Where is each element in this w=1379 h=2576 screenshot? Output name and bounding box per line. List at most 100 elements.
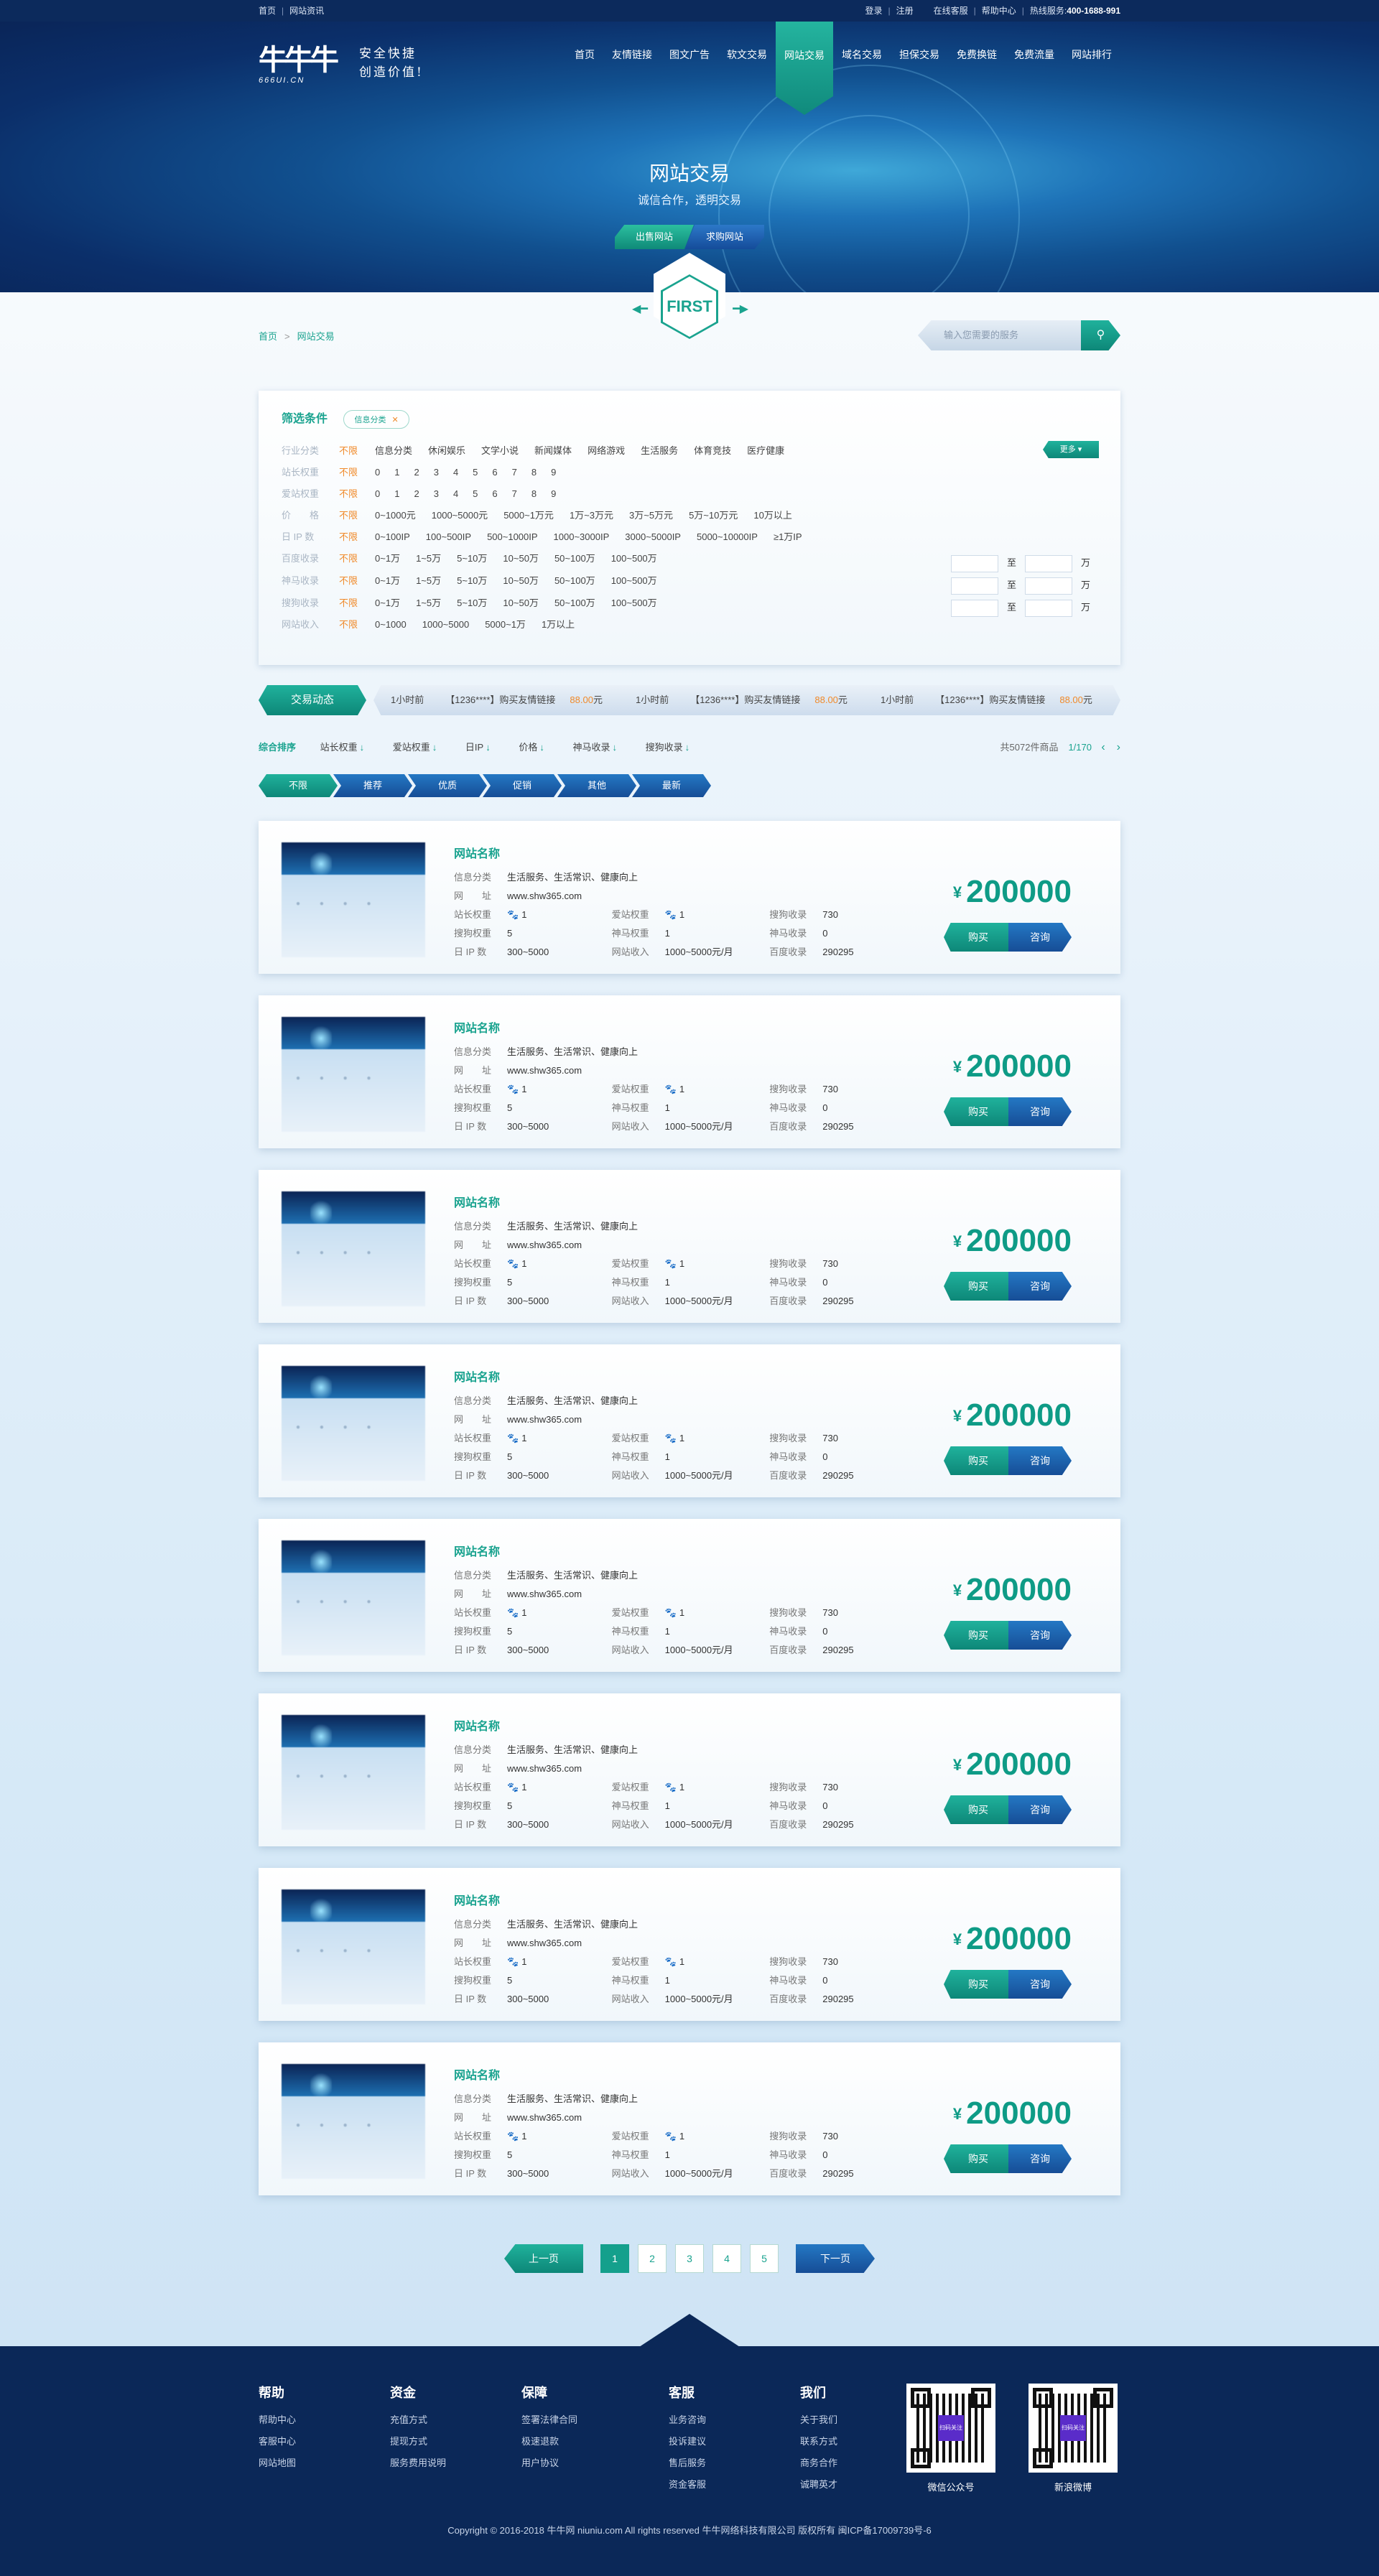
buy-button[interactable]: 购买 xyxy=(944,2144,1013,2173)
filter-option[interactable]: 100~500万 xyxy=(611,552,657,566)
range-max-input[interactable] xyxy=(1024,554,1072,572)
sort-webmaster-weight[interactable]: 站长权重 ↓ xyxy=(320,740,365,755)
sort-aizhan-weight[interactable]: 爱站权重 ↓ xyxy=(393,740,437,755)
filter-option-all[interactable]: 不限 xyxy=(339,574,375,588)
filter-option[interactable]: 体育竞技 xyxy=(694,444,731,458)
listing-card[interactable]: ● ● ● ● 网站名称 信息分类 生活服务、生活常识、健康向上 网 址 www.s… xyxy=(259,1693,1120,1846)
filter-option[interactable]: 文学小说 xyxy=(481,444,519,458)
consult-button[interactable]: 咨询 xyxy=(1008,923,1072,952)
filter-option[interactable]: 10~50万 xyxy=(503,574,539,588)
footer-link[interactable]: 关于我们 xyxy=(800,2409,837,2431)
sort-sogou[interactable]: 搜狗收录 ↓ xyxy=(646,740,690,755)
site-thumbnail[interactable]: ● ● ● ● xyxy=(282,1191,425,1306)
consult-button[interactable]: 咨询 xyxy=(1008,1097,1072,1126)
next-page-button[interactable]: 下一页 xyxy=(796,2244,875,2273)
filter-option[interactable]: 1000~5000元 xyxy=(432,508,488,523)
filter-option[interactable]: 5万~10万元 xyxy=(689,508,738,523)
filter-option[interactable]: 9 xyxy=(551,487,556,501)
filter-option[interactable]: 3000~5000IP xyxy=(625,530,681,544)
breadcrumb-home[interactable]: 首页 xyxy=(259,331,277,342)
category-tab[interactable]: 促销 xyxy=(483,774,562,797)
filter-option[interactable]: ≥1万IP xyxy=(774,530,802,544)
listing-card[interactable]: ● ● ● ● 网站名称 信息分类 生活服务、生活常识、健康向上 网 址 www.s… xyxy=(259,1519,1120,1672)
filter-option[interactable]: 1000~5000 xyxy=(422,618,469,632)
filter-option[interactable]: 0 xyxy=(375,487,380,501)
filter-option[interactable]: 1 xyxy=(394,487,399,501)
filter-option[interactable]: 10万以上 xyxy=(753,508,791,523)
category-tab[interactable]: 推荐 xyxy=(333,774,412,797)
footer-link[interactable]: 帮助中心 xyxy=(259,2409,296,2431)
footer-link[interactable]: 客服中心 xyxy=(259,2431,296,2452)
buy-button[interactable]: 购买 xyxy=(944,923,1013,952)
site-name[interactable]: 网站名称 xyxy=(454,1542,500,1559)
selected-filter-tag[interactable]: 信息分类 ✕ xyxy=(343,409,409,429)
next-page-icon[interactable]: › xyxy=(1117,741,1120,753)
buy-button[interactable]: 购买 xyxy=(944,1446,1013,1475)
filter-option[interactable]: 5~10万 xyxy=(457,596,487,610)
category-tab[interactable]: 其他 xyxy=(557,774,636,797)
search-input[interactable]: 输入您需要的服务 xyxy=(918,320,1085,350)
filter-option-all[interactable]: 不限 xyxy=(339,444,375,458)
filter-option[interactable]: 8 xyxy=(531,487,537,501)
site-name[interactable]: 网站名称 xyxy=(454,1367,500,1385)
range-min-input[interactable] xyxy=(950,577,998,595)
sort-shenma[interactable]: 神马收录 ↓ xyxy=(572,740,617,755)
consult-button[interactable]: 咨询 xyxy=(1008,1795,1072,1824)
prev-page-button[interactable]: 上一页 xyxy=(504,2244,583,2273)
site-name[interactable]: 网站名称 xyxy=(454,1193,500,1210)
site-thumbnail[interactable]: ● ● ● ● xyxy=(282,842,425,957)
filter-option[interactable]: 1~5万 xyxy=(416,574,441,588)
listing-card[interactable]: ● ● ● ● 网站名称 信息分类 生活服务、生活常识、健康向上 网 址 www.s… xyxy=(259,1170,1120,1323)
qr-code[interactable]: 扫码关注 xyxy=(906,2384,995,2473)
prev-page-icon[interactable]: ‹ xyxy=(1101,741,1105,753)
buy-button[interactable]: 购买 xyxy=(944,1272,1013,1301)
consult-button[interactable]: 咨询 xyxy=(1008,1446,1072,1475)
sort-daily-ip[interactable]: 日IP ↓ xyxy=(465,740,491,755)
buy-button[interactable]: 购买 xyxy=(944,1621,1013,1650)
page-number-button[interactable]: 1 xyxy=(600,2244,629,2273)
footer-link[interactable]: 提现方式 xyxy=(390,2431,446,2452)
filter-option-all[interactable]: 不限 xyxy=(339,530,375,544)
close-icon[interactable]: ✕ xyxy=(391,416,398,424)
filter-option[interactable]: 医疗健康 xyxy=(747,444,784,458)
site-thumbnail[interactable]: ● ● ● ● xyxy=(282,1715,425,1830)
filter-option[interactable]: 2 xyxy=(414,487,419,501)
filter-option[interactable]: 1万~3万元 xyxy=(570,508,613,523)
filter-option[interactable]: 7 xyxy=(512,487,517,501)
filter-option[interactable]: 休闲娱乐 xyxy=(428,444,465,458)
filter-option[interactable]: 2 xyxy=(414,465,419,480)
category-tab[interactable]: 不限 xyxy=(259,774,338,797)
site-thumbnail[interactable]: ● ● ● ● xyxy=(282,2064,425,2179)
footer-link[interactable]: 网站地图 xyxy=(259,2452,296,2474)
footer-link[interactable]: 商务合作 xyxy=(800,2452,837,2474)
listing-card[interactable]: ● ● ● ● 网站名称 信息分类 生活服务、生活常识、健康向上 网 址 www.s… xyxy=(259,821,1120,974)
filter-option-all[interactable]: 不限 xyxy=(339,508,375,523)
filter-option[interactable]: 0~1万 xyxy=(375,596,400,610)
filter-option[interactable]: 0 xyxy=(375,465,380,480)
sort-price[interactable]: 价格 ↓ xyxy=(519,740,544,755)
page-number-button[interactable]: 2 xyxy=(638,2244,667,2273)
filter-option[interactable]: 0~1万 xyxy=(375,552,400,566)
range-min-input[interactable] xyxy=(950,554,998,572)
site-name[interactable]: 网站名称 xyxy=(454,1018,500,1036)
filter-option-all[interactable]: 不限 xyxy=(339,465,375,480)
category-tab[interactable]: 最新 xyxy=(632,774,711,797)
filter-option[interactable]: 3 xyxy=(434,465,439,480)
footer-link[interactable]: 诚聘英才 xyxy=(800,2474,837,2496)
page-number-button[interactable]: 3 xyxy=(675,2244,704,2273)
filter-option[interactable]: 1~5万 xyxy=(416,552,441,566)
category-tab[interactable]: 优质 xyxy=(408,774,487,797)
listing-card[interactable]: ● ● ● ● 网站名称 信息分类 生活服务、生活常识、健康向上 网 址 www.s… xyxy=(259,2042,1120,2195)
site-thumbnail[interactable]: ● ● ● ● xyxy=(282,1889,425,2004)
footer-link[interactable]: 签署法律合同 xyxy=(521,2409,577,2431)
filter-option[interactable]: 1 xyxy=(394,465,399,480)
filter-option[interactable]: 5000~1万 xyxy=(485,618,526,632)
filter-option[interactable]: 5 xyxy=(473,487,478,501)
filter-option[interactable]: 0~1000元 xyxy=(375,508,416,523)
footer-link[interactable]: 投诉建议 xyxy=(669,2431,706,2452)
filter-option[interactable]: 3万~5万元 xyxy=(629,508,673,523)
filter-option[interactable]: 5000~1万元 xyxy=(503,508,554,523)
range-min-input[interactable] xyxy=(950,599,998,617)
filter-option[interactable]: 0~1万 xyxy=(375,574,400,588)
breadcrumb-current[interactable]: 网站交易 xyxy=(297,331,335,342)
